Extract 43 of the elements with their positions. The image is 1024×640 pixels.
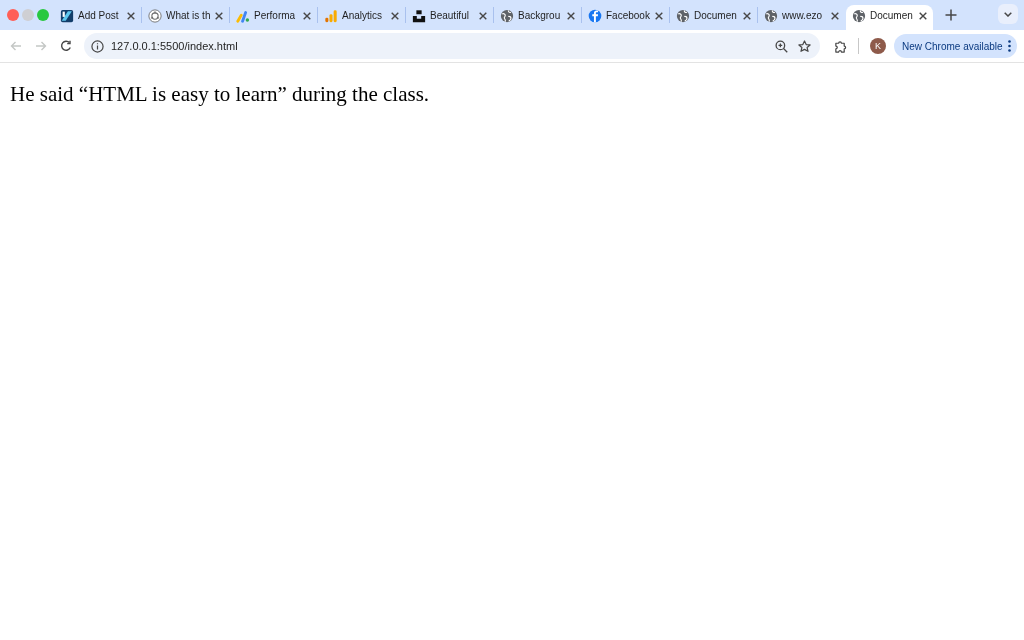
plus-icon[interactable] bbox=[945, 9, 957, 21]
tab[interactable]: Beautiful bbox=[406, 5, 493, 30]
address-bar[interactable]: 127.0.0.1:5500/index.html bbox=[84, 33, 820, 59]
profile-avatar[interactable]: K bbox=[870, 38, 886, 54]
close-icon[interactable] bbox=[479, 11, 487, 20]
close-icon[interactable] bbox=[215, 11, 223, 20]
star-icon[interactable] bbox=[798, 39, 811, 53]
circle-logo-icon bbox=[588, 8, 602, 23]
tab-search-button[interactable] bbox=[998, 4, 1018, 24]
globe-icon bbox=[764, 8, 778, 23]
close-icon[interactable] bbox=[391, 11, 399, 20]
tab[interactable]: What is th bbox=[142, 5, 229, 30]
blocks-icon bbox=[412, 8, 426, 23]
update-button[interactable]: New Chrome available bbox=[894, 34, 1017, 58]
caret-icon bbox=[1004, 11, 1012, 17]
zoom-in-icon[interactable] bbox=[775, 39, 788, 53]
reload-icon[interactable] bbox=[60, 40, 72, 52]
tab[interactable]: Add Post bbox=[54, 5, 141, 30]
close-icon[interactable] bbox=[743, 11, 751, 20]
info-icon[interactable] bbox=[91, 39, 104, 53]
close-icon[interactable] bbox=[831, 11, 839, 20]
globe-icon bbox=[500, 8, 514, 23]
tab[interactable]: Backgrou bbox=[494, 5, 581, 30]
bar-chart-icon bbox=[236, 8, 250, 23]
bar-chart-icon bbox=[324, 8, 338, 23]
tab[interactable]: Facebook bbox=[582, 5, 669, 30]
puzzle-icon[interactable] bbox=[833, 39, 847, 53]
tab[interactable]: Performa bbox=[230, 5, 317, 30]
tab[interactable]: Documen bbox=[670, 5, 757, 30]
globe-icon bbox=[676, 8, 690, 23]
tab[interactable]: Analytics bbox=[318, 5, 405, 30]
tab[interactable]: www.ezo bbox=[758, 5, 845, 30]
close-icon[interactable] bbox=[127, 11, 135, 20]
tab[interactable]: Documen bbox=[846, 5, 933, 30]
close-icon[interactable] bbox=[567, 11, 575, 20]
globe-icon bbox=[852, 8, 866, 23]
close-icon[interactable] bbox=[655, 11, 663, 20]
more-vertical-icon bbox=[1007, 40, 1011, 52]
close-icon[interactable] bbox=[303, 11, 311, 20]
square-logo-icon bbox=[60, 8, 74, 23]
circle-logo-icon bbox=[148, 8, 162, 23]
paragraph: He said “HTML is easy to learn” during the class. bbox=[9, 81, 430, 106]
close-icon[interactable] bbox=[919, 11, 927, 20]
